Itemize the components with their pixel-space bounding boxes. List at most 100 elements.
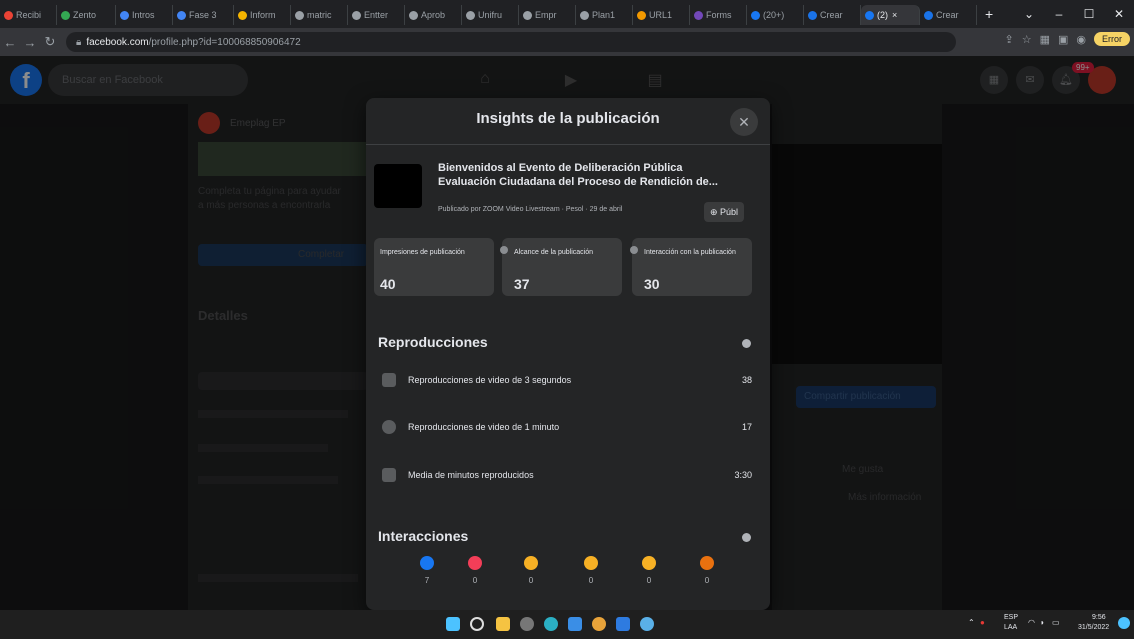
close-window-icon[interactable]: ✕: [1104, 7, 1134, 21]
tab-label: Zento: [73, 10, 97, 20]
browser-tab[interactable]: Recibi: [0, 5, 57, 25]
url-path: /profile.php?id=100068850906472: [148, 36, 301, 48]
tab-label: Forms: [706, 10, 732, 20]
facebook-icon: [865, 10, 874, 20]
file-explorer-icon[interactable]: [496, 617, 510, 631]
site-icon: [177, 10, 186, 20]
edge-icon[interactable]: [544, 617, 558, 631]
tray-app-icon[interactable]: ●: [980, 618, 985, 627]
video-icon: [382, 468, 396, 482]
browser-tab[interactable]: Inform: [234, 5, 291, 25]
lock-icon: 🔒︎: [76, 36, 82, 48]
browser-tab[interactable]: Crear: [804, 5, 861, 25]
tab-label: Intros: [132, 10, 155, 20]
browser-tab[interactable]: Entter: [348, 5, 405, 25]
clock-time[interactable]: 9:56: [1092, 614, 1106, 621]
stat-value: 30: [644, 276, 660, 292]
reaction-count: 0: [646, 576, 652, 585]
search-icon[interactable]: [470, 617, 484, 631]
tab-label: URL1: [649, 10, 673, 20]
browser-toolbar: ⇪ ☆ ▦ ▣ ◉ Error: [1004, 32, 1130, 46]
windows-start-icon[interactable]: [446, 617, 460, 631]
clock-date: 31/5/2022: [1078, 624, 1110, 631]
error-button[interactable]: Error: [1094, 32, 1130, 46]
maximize-icon[interactable]: ☐: [1074, 7, 1104, 21]
stat-value: 37: [514, 276, 530, 292]
close-tab-icon[interactable]: ×: [892, 10, 897, 20]
browser-tab[interactable]: Plan1: [576, 5, 633, 25]
browser-tab-active[interactable]: (2) ×: [861, 5, 920, 25]
engagement-card: Interacción con la publicación 30: [630, 238, 752, 296]
minimize-icon[interactable]: –: [1044, 7, 1074, 21]
url-domain: facebook.com: [86, 36, 149, 48]
close-icon[interactable]: ✕: [730, 108, 758, 136]
chevron-down-icon[interactable]: ⌄: [1014, 7, 1044, 21]
chrome-icon[interactable]: [592, 617, 606, 631]
browser-tab[interactable]: Forms: [690, 5, 747, 25]
wow-icon[interactable]: [584, 556, 598, 570]
notification-icon[interactable]: [1118, 617, 1130, 629]
browser-tab[interactable]: URL1: [633, 5, 690, 25]
site-icon: [924, 10, 933, 20]
info-icon[interactable]: [630, 246, 638, 254]
new-tab-icon[interactable]: +: [977, 6, 1001, 22]
reload-icon[interactable]: ↻: [40, 34, 60, 50]
info-icon[interactable]: [500, 246, 508, 254]
back-icon[interactable]: ←: [0, 35, 20, 50]
browser-tab[interactable]: Intros: [116, 5, 173, 25]
post-title-line-2[interactable]: Evaluación Ciudadana del Proceso de Rend…: [438, 176, 748, 188]
browser-tab[interactable]: (20+): [747, 5, 804, 25]
browser-tab[interactable]: Zento: [57, 5, 116, 25]
tab-label: (20+): [763, 10, 785, 20]
interacciones-heading: Interacciones: [378, 528, 469, 544]
metric-value: 38: [741, 375, 752, 385]
store-icon[interactable]: [568, 617, 582, 631]
metric-label: Reproducciones de video de 1 minuto: [408, 422, 560, 432]
browser-tab[interactable]: Unifru: [462, 5, 519, 25]
star-icon[interactable]: ☆: [1022, 33, 1032, 46]
metric-value: 3:30: [734, 470, 752, 480]
stat-label: Alcance de la publicación: [514, 249, 593, 256]
reproducciones-heading: Reproducciones: [378, 334, 488, 350]
divider: [366, 144, 770, 145]
post-thumbnail: [374, 164, 422, 208]
app-icon[interactable]: [616, 617, 630, 631]
impressions-card: Impresiones de publicación 40: [374, 238, 494, 296]
browser-tab[interactable]: matric: [291, 5, 348, 25]
browser-tab[interactable]: Empr: [519, 5, 576, 25]
reach-card: Alcance de la publicación 37: [500, 238, 622, 296]
forward-icon[interactable]: →: [20, 35, 40, 50]
angry-icon[interactable]: [700, 556, 714, 570]
post-meta: Publicado por ZOOM Video Livestream · Pe…: [438, 206, 622, 213]
haha-icon[interactable]: [524, 556, 538, 570]
share-icon[interactable]: ⇪: [1004, 33, 1013, 46]
love-icon[interactable]: [468, 556, 482, 570]
app-icon[interactable]: [640, 617, 654, 631]
task-view-icon[interactable]: [520, 617, 534, 631]
like-icon[interactable]: [420, 556, 434, 570]
stat-label: Impresiones de publicación: [380, 249, 465, 256]
browser-tab[interactable]: Fase 3: [173, 5, 234, 25]
info-icon[interactable]: [742, 339, 751, 348]
sad-icon[interactable]: [642, 556, 656, 570]
url-field[interactable]: 🔒︎ facebook.com/profile.php?id=100068850…: [66, 32, 956, 52]
site-icon: [808, 10, 817, 20]
post-title-line-1[interactable]: Bienvenidos al Evento de Deliberación Pú…: [438, 162, 748, 174]
metric-label: Media de minutos reproducidos: [408, 470, 534, 480]
browser-tab[interactable]: Crear: [920, 5, 977, 25]
language-indicator[interactable]: ESP: [1004, 614, 1018, 621]
sidebar-icon[interactable]: ▣: [1058, 33, 1068, 46]
site-icon: [238, 10, 247, 20]
window-controls: ⌄ – ☐ ✕: [1014, 0, 1134, 28]
audience-button[interactable]: ⊕ Públ: [704, 202, 745, 222]
extensions-icon[interactable]: ▦: [1040, 33, 1050, 46]
profile-icon[interactable]: ◉: [1076, 33, 1086, 46]
volume-icon[interactable]: ◗: [1040, 618, 1045, 627]
globe-icon: [295, 10, 304, 20]
globe-icon: [523, 10, 532, 20]
battery-icon[interactable]: ▭: [1052, 618, 1060, 627]
tray-chevron-icon[interactable]: ⌃: [968, 618, 975, 627]
browser-tab[interactable]: Aprob: [405, 5, 462, 25]
wifi-icon[interactable]: ◠: [1028, 618, 1035, 627]
info-icon[interactable]: [742, 533, 751, 542]
